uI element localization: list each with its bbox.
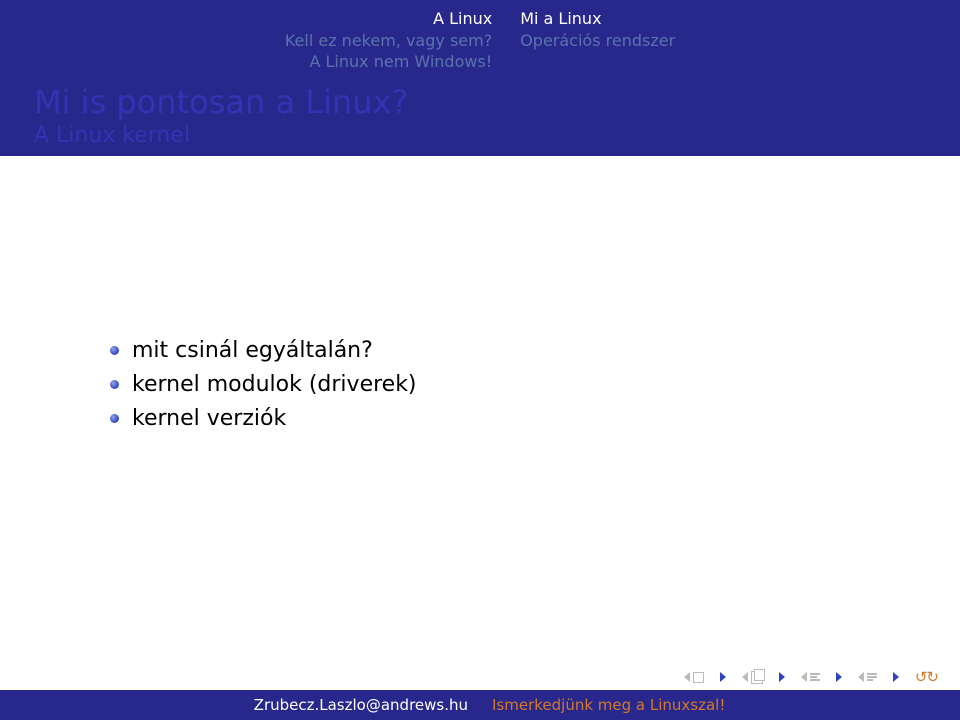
undo-icon: ↺ [915, 668, 927, 686]
bullet-item: kernel verziók [110, 402, 960, 436]
bars-icon [867, 673, 877, 681]
chevron-right-icon [893, 672, 899, 682]
footer-author: Zrubecz.Laszlo@andrews.hu [0, 696, 480, 714]
nav-next-subsection[interactable] [893, 672, 899, 682]
nav-section-nem-windows[interactable]: A Linux nem Windows! [285, 51, 492, 73]
frame-title: Mi is pontosan a Linux? [34, 83, 960, 121]
header-block: A Linux Kell ez nekem, vagy sem? A Linux… [0, 0, 960, 156]
chevron-left-icon [742, 672, 748, 682]
header: A Linux Kell ez nekem, vagy sem? A Linux… [0, 0, 960, 73]
footer: Zrubecz.Laszlo@andrews.hu Ismerkedjünk m… [0, 690, 960, 720]
header-left: A Linux Kell ez nekem, vagy sem? A Linux… [285, 8, 492, 73]
chevron-right-icon [720, 672, 726, 682]
bullet-item: mit csinál egyáltalán? [110, 334, 960, 368]
slide: A Linux Kell ez nekem, vagy sem? A Linux… [0, 0, 960, 720]
bars-icon [810, 673, 820, 681]
chevron-right-icon [779, 672, 785, 682]
nav-sub-operacios[interactable]: Operációs rendszer [520, 30, 675, 52]
nav-prev-frame[interactable] [742, 671, 763, 684]
nav-next-slide[interactable] [720, 672, 726, 682]
nav-section-a-linux[interactable]: A Linux [285, 8, 492, 30]
redo-icon: ↻ [926, 668, 938, 686]
footer-title: Ismerkedjünk meg a Linuxszal! [480, 696, 960, 714]
chevron-left-icon [858, 672, 864, 682]
title-block: Mi is pontosan a Linux? A Linux kernel [0, 83, 960, 148]
beamer-nav: ↺↻ [684, 668, 938, 686]
bullet-item: kernel modulok (driverek) [110, 368, 960, 402]
nav-next-section[interactable] [836, 672, 842, 682]
content: mit csinál egyáltalán? kernel modulok (d… [0, 334, 960, 436]
nav-back-forward[interactable]: ↺↻ [915, 668, 938, 686]
nav-prev-section[interactable] [801, 672, 820, 682]
nav-prev-subsection[interactable] [858, 672, 877, 682]
header-right: Mi a Linux Operációs rendszer [520, 8, 675, 73]
chevron-right-icon [836, 672, 842, 682]
chevron-left-icon [801, 672, 807, 682]
frames-icon [751, 671, 763, 684]
chevron-left-icon [684, 672, 690, 682]
nav-prev-slide[interactable] [684, 672, 704, 683]
square-icon [693, 672, 704, 683]
nav-section-kell-ez[interactable]: Kell ez nekem, vagy sem? [285, 30, 492, 52]
nav-next-frame[interactable] [779, 672, 785, 682]
nav-sub-mi-a-linux[interactable]: Mi a Linux [520, 8, 675, 30]
frame-subtitle: A Linux kernel [34, 123, 960, 148]
